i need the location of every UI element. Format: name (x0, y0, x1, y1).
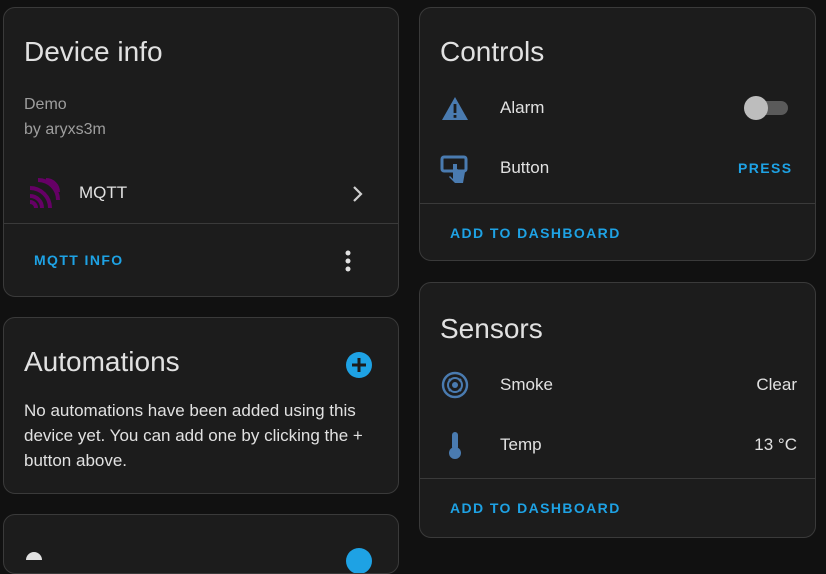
sensors-title: Sensors (440, 313, 543, 344)
thermometer-icon (446, 430, 464, 465)
add-scene-icon[interactable] (345, 547, 373, 573)
card-title-fragment-icon (24, 547, 44, 565)
automations-title: Automations (24, 346, 180, 377)
controls-title: Controls (440, 36, 545, 67)
smoke-row[interactable]: Smoke Clear (420, 365, 815, 405)
gesture-tap-button-icon (440, 154, 470, 189)
press-button[interactable]: PRESS (738, 160, 792, 176)
controls-divider (420, 203, 815, 204)
temp-value: 13 °C (754, 435, 797, 454)
automations-card: Automations No automations have been add… (3, 317, 399, 494)
chevron-right-icon (350, 184, 366, 209)
sensors-add-to-dashboard-button[interactable]: ADD TO DASHBOARD (450, 500, 621, 516)
device-info-title: Device info (24, 36, 163, 67)
device-info-divider (4, 223, 398, 224)
temp-label: Temp (500, 435, 542, 454)
mqtt-integration-row[interactable]: MQTT (4, 168, 398, 224)
smoke-detector-icon (441, 371, 469, 404)
mqtt-integration-label: MQTT (79, 183, 128, 202)
add-automation-icon[interactable] (345, 351, 373, 384)
button-row: Button PRESS (420, 148, 815, 189)
device-model: Demo (24, 96, 67, 113)
alarm-label: Alarm (500, 98, 545, 117)
temp-row[interactable]: Temp 13 °C (420, 425, 815, 465)
smoke-label: Smoke (500, 375, 553, 394)
alarm-toggle[interactable] (742, 95, 790, 126)
more-vertical-icon[interactable] (337, 248, 359, 279)
device-manufacturer: by aryxs3m (24, 121, 106, 138)
scenes-card (3, 514, 399, 574)
alarm-row: Alarm (420, 88, 815, 128)
mqtt-logo-icon (28, 178, 60, 215)
smoke-value: Clear (756, 375, 797, 394)
alert-icon (441, 96, 469, 127)
controls-card: Controls Alarm Button PRESS ADD TO DASHB… (419, 7, 816, 261)
device-info-card: Device info Demo by aryxs3m MQTT MQTT IN… (3, 7, 399, 297)
sensors-divider (420, 478, 815, 479)
mqtt-info-button[interactable]: MQTT INFO (34, 252, 124, 268)
automations-empty-text: No automations have been added using thi… (24, 401, 363, 470)
button-label: Button (500, 158, 550, 177)
controls-add-to-dashboard-button[interactable]: ADD TO DASHBOARD (450, 225, 621, 241)
sensors-card: Sensors Smoke Clear Temp 13 °C ADD TO DA… (419, 282, 816, 538)
